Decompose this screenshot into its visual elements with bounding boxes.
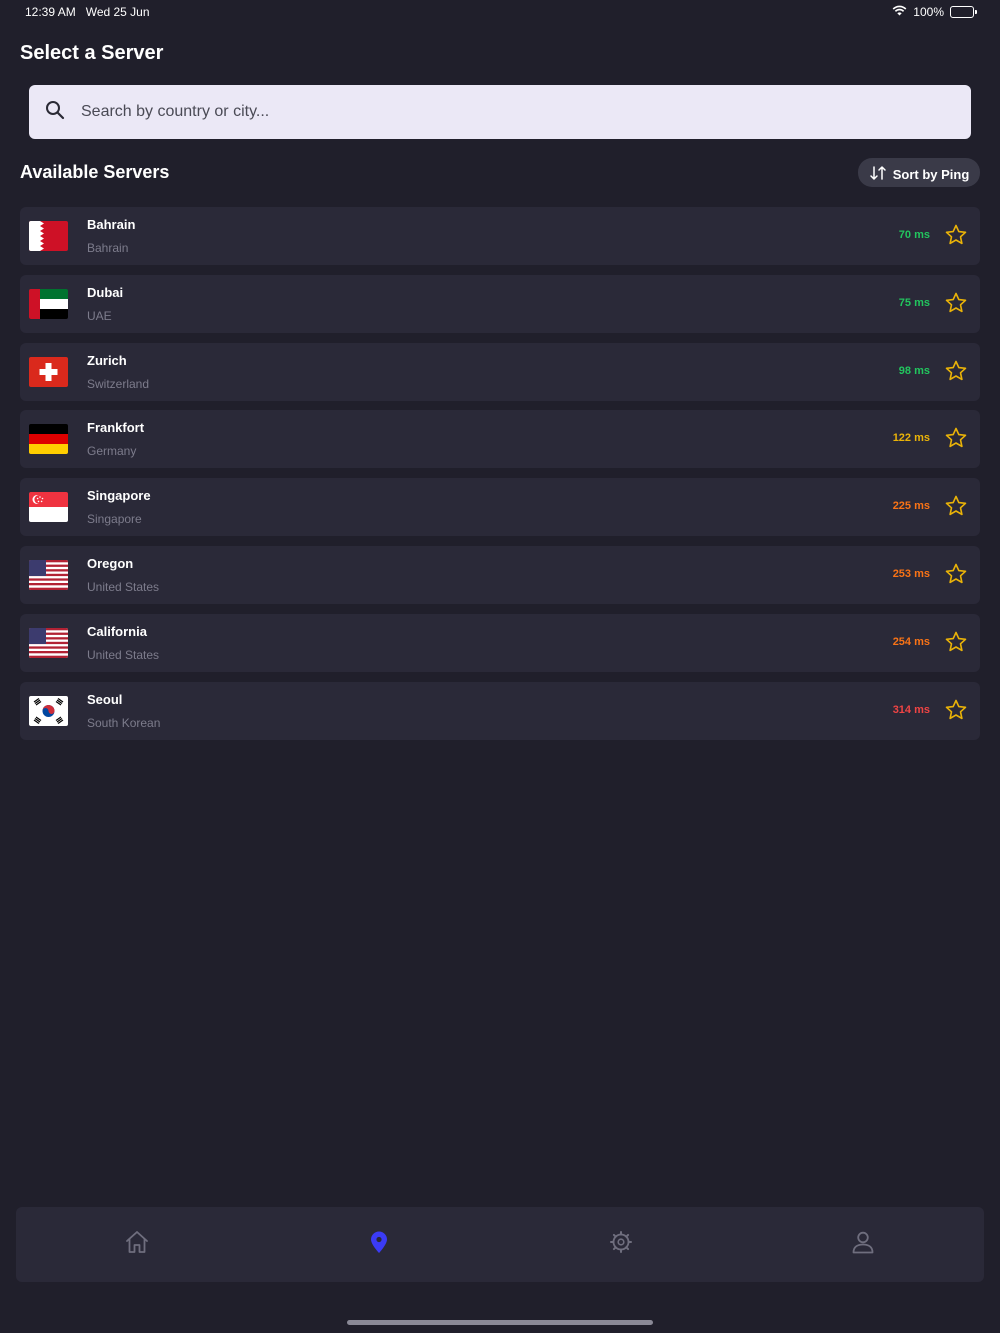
nav-settings[interactable] xyxy=(591,1215,651,1275)
settings-gear-icon xyxy=(608,1229,634,1260)
south-korea-flag xyxy=(29,695,68,726)
search-icon xyxy=(45,100,65,125)
server-city: Bahrain xyxy=(87,217,136,232)
server-select-screen: 12:39 AM Wed 25 Jun 100% Select a Server xyxy=(0,0,1000,1333)
ping-value: 122 ms xyxy=(892,432,930,445)
status-date: Wed 25 Jun xyxy=(85,5,150,19)
nav-home[interactable] xyxy=(107,1215,167,1275)
singapore-flag xyxy=(29,492,68,523)
server-city: Singapore xyxy=(87,488,151,504)
ping-value: 70 ms xyxy=(898,229,930,241)
germany-flag xyxy=(29,424,68,455)
page-title: Select a Server xyxy=(20,42,164,64)
favorite-star-icon[interactable] xyxy=(944,426,968,450)
status-left: 12:39 AM Wed 25 Jun xyxy=(25,5,150,19)
section-title: Available Servers xyxy=(20,162,170,182)
server-country: Bahrain xyxy=(87,241,129,255)
favorite-star-icon[interactable] xyxy=(944,630,968,654)
wifi-icon xyxy=(892,5,907,19)
server-country: South Korean xyxy=(87,715,161,730)
server-row-dubai[interactable]: Dubai UAE 75 ms xyxy=(20,274,980,333)
favorite-star-icon[interactable] xyxy=(944,494,968,518)
bahrain-flag xyxy=(29,221,68,251)
battery-percent: 100% xyxy=(913,5,944,19)
nav-servers[interactable] xyxy=(349,1215,409,1275)
server-row-bahrain[interactable]: Bahrain Bahrain 70 ms xyxy=(20,207,980,265)
server-city: California xyxy=(87,623,147,639)
favorite-star-icon[interactable] xyxy=(944,291,968,315)
sort-by-ping-button[interactable]: Sort by Ping xyxy=(858,158,980,187)
status-bar: 12:39 AM Wed 25 Jun 100% xyxy=(0,0,1000,24)
ping-value: 75 ms xyxy=(898,296,930,309)
sort-arrows-icon xyxy=(869,165,887,184)
ping-value: 98 ms xyxy=(898,364,930,377)
server-list: Bahrain Bahrain 70 ms Dubai UAE 75 ms Zu… xyxy=(20,207,980,749)
usa-flag xyxy=(29,559,68,590)
server-country: United States xyxy=(87,647,160,662)
server-country: Singapore xyxy=(87,512,142,527)
search-box[interactable] xyxy=(29,85,971,139)
favorite-star-icon[interactable] xyxy=(944,698,968,722)
server-country: UAE xyxy=(87,308,112,323)
sort-button-label: Sort by Ping xyxy=(892,166,970,182)
uae-flag xyxy=(29,288,68,319)
home-icon xyxy=(124,1229,150,1260)
status-right: 100% xyxy=(892,5,977,19)
server-row-california[interactable]: California United States 254 ms xyxy=(20,613,980,672)
ping-value: 314 ms xyxy=(892,703,930,716)
profile-icon xyxy=(850,1229,876,1260)
server-row-seoul[interactable]: Seoul South Korean 314 ms xyxy=(20,681,980,740)
server-row-singapore[interactable]: Singapore Singapore 225 ms xyxy=(20,478,980,537)
server-city: Oregon xyxy=(87,555,134,571)
status-time: 12:39 AM xyxy=(25,5,76,19)
favorite-star-icon[interactable] xyxy=(944,562,968,586)
server-city: Frankfort xyxy=(87,420,145,436)
bottom-nav xyxy=(16,1207,984,1282)
server-city: Dubai xyxy=(87,284,124,300)
server-country: United States xyxy=(87,579,160,594)
favorite-star-icon[interactable] xyxy=(944,223,968,247)
server-country: Germany xyxy=(87,444,137,459)
usa-flag xyxy=(29,627,68,658)
server-city: Zurich xyxy=(87,352,127,368)
server-row-frankfort[interactable]: Frankfort Germany 122 ms xyxy=(20,410,980,469)
server-row-oregon[interactable]: Oregon United States 253 ms xyxy=(20,545,980,604)
location-pin-icon xyxy=(366,1229,392,1260)
ping-value: 253 ms xyxy=(892,567,930,580)
nav-profile[interactable] xyxy=(833,1215,893,1275)
server-city: Seoul xyxy=(87,691,123,707)
ping-value: 254 ms xyxy=(892,635,930,648)
search-input[interactable] xyxy=(81,92,901,132)
switzerland-flag xyxy=(29,356,68,387)
battery-icon xyxy=(950,6,977,18)
server-country: Switzerland xyxy=(87,376,150,391)
favorite-star-icon[interactable] xyxy=(944,359,968,383)
ping-value: 225 ms xyxy=(892,500,930,513)
home-indicator[interactable] xyxy=(347,1320,653,1325)
server-row-zurich[interactable]: Zurich Switzerland 98 ms xyxy=(20,342,980,401)
